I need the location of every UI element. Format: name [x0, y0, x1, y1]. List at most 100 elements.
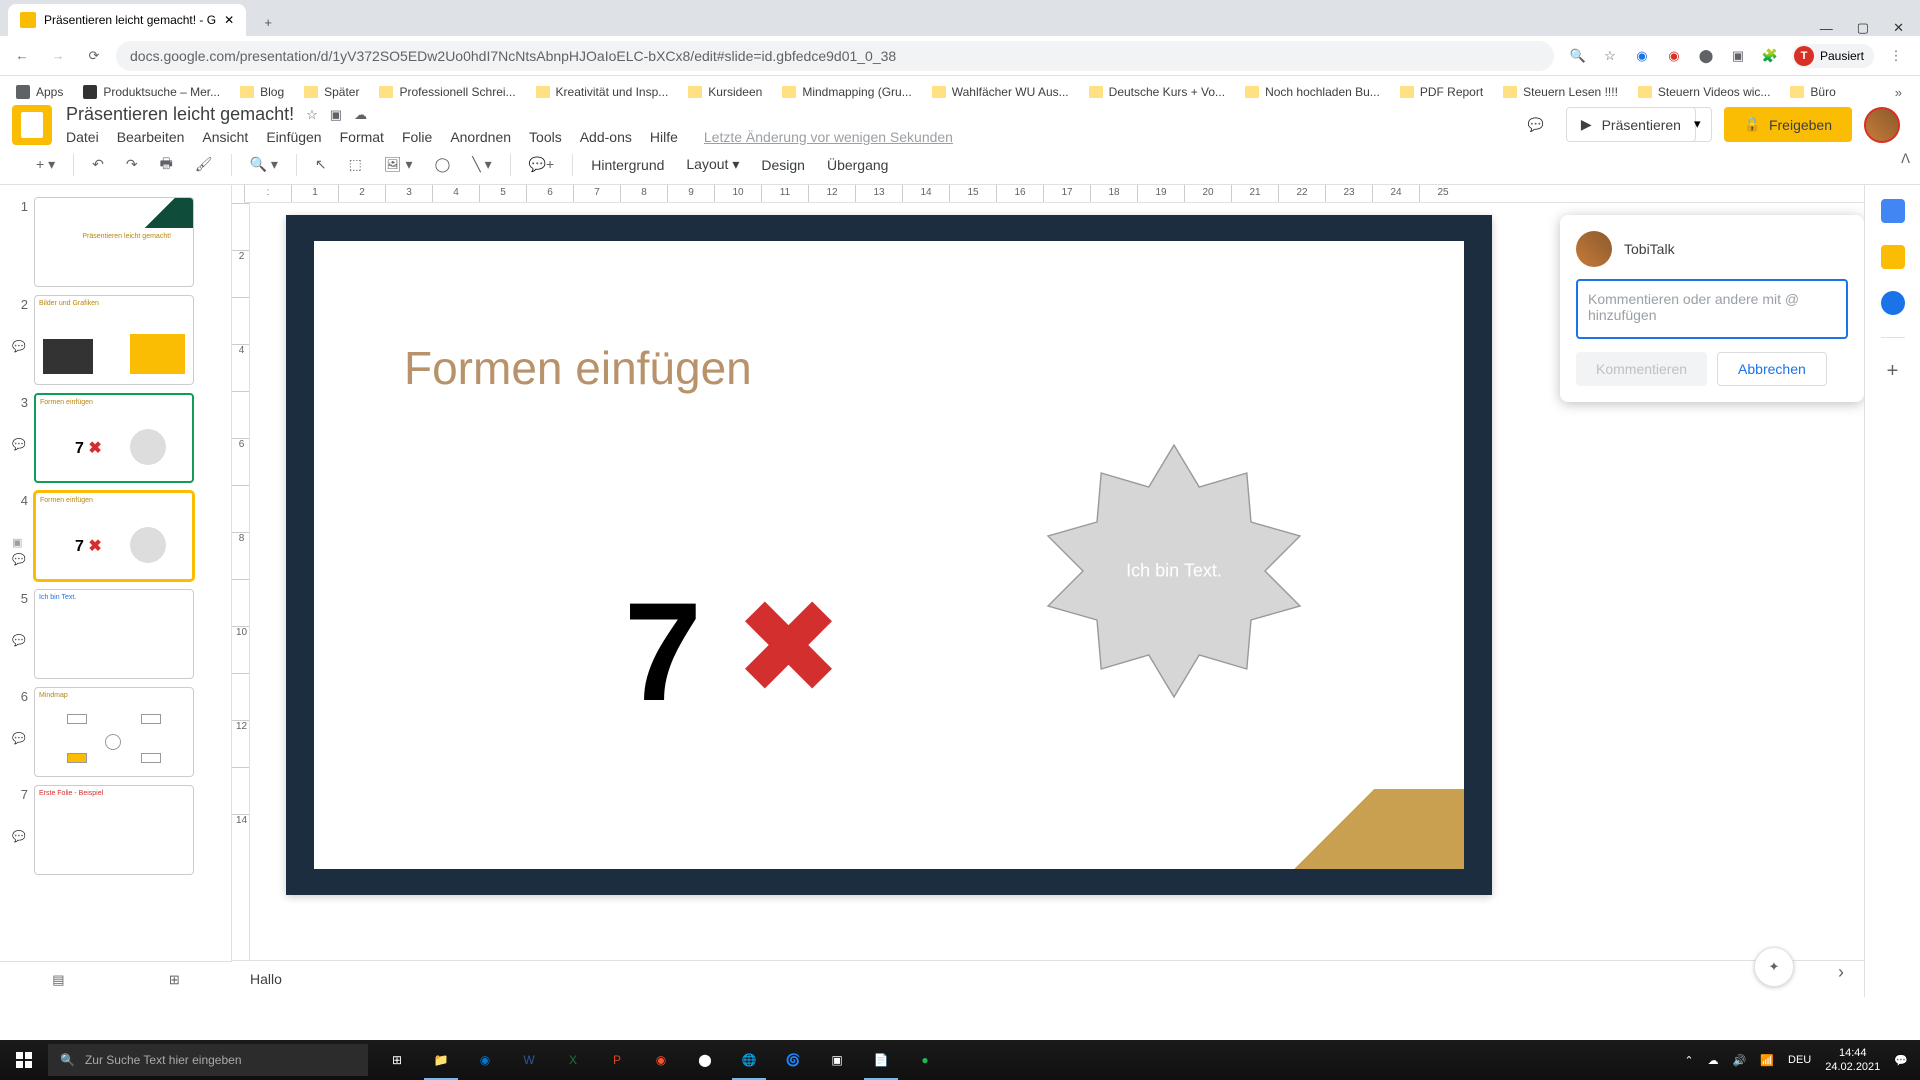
extension-icon-2[interactable]: ◉ [1664, 46, 1684, 66]
calendar-addon-icon[interactable] [1881, 199, 1905, 223]
undo-button[interactable]: ↶ [84, 150, 112, 179]
windows-search-input[interactable]: 🔍 Zur Suche Text hier eingeben [48, 1044, 368, 1076]
profile-button[interactable]: T Pausiert [1792, 44, 1874, 68]
cloud-saved-icon[interactable]: ☁ [354, 107, 367, 123]
slide-thumb-2[interactable]: Bilder und Grafiken [34, 295, 194, 385]
keep-addon-icon[interactable] [1881, 245, 1905, 269]
bookmark-item[interactable]: Kreativität und Insp... [528, 81, 677, 103]
bookmark-item[interactable]: Produktsuche – Mer... [75, 81, 228, 103]
slides-logo-icon[interactable] [12, 105, 52, 145]
zoom-button[interactable]: 🔍 ▾ [242, 150, 286, 179]
volume-icon[interactable]: 🔊 [1733, 1054, 1747, 1067]
explore-button[interactable]: ✦ [1754, 947, 1794, 987]
bookmark-item[interactable]: Steuern Videos wic... [1630, 81, 1779, 103]
menu-edit[interactable]: Bearbeiten [117, 129, 185, 145]
comment-submit-button[interactable]: Kommentieren [1576, 352, 1707, 386]
reload-button[interactable]: ⟳ [80, 42, 108, 70]
slide-thumb-7[interactable]: Erste Folie - Beispiel [34, 785, 194, 875]
line-tool[interactable]: ╲ ▾ [464, 150, 499, 179]
menu-tools[interactable]: Tools [529, 129, 562, 145]
star-burst-shape[interactable]: Ich bin Text. [1034, 431, 1314, 711]
new-slide-button[interactable]: + ▾ [28, 150, 63, 179]
app-icon[interactable]: ▣ [816, 1040, 858, 1080]
extensions-puzzle-icon[interactable]: 🧩 [1760, 46, 1780, 66]
browser-tab[interactable]: Präsentieren leicht gemacht! - G ✕ [8, 4, 246, 36]
slide-thumb-6[interactable]: Mindmap [34, 687, 194, 777]
shape-text[interactable]: Ich bin Text. [1126, 561, 1222, 582]
bookmark-item[interactable]: Deutsche Kurs + Vo... [1081, 81, 1233, 103]
bookmark-star-icon[interactable]: ☆ [1600, 46, 1620, 66]
menu-file[interactable]: Datei [66, 129, 99, 145]
bookmark-item[interactable]: PDF Report [1392, 81, 1491, 103]
edge-new-icon[interactable]: 🌀 [772, 1040, 814, 1080]
bookmark-item[interactable]: Später [296, 81, 367, 103]
obs-icon[interactable]: ⬤ [684, 1040, 726, 1080]
last-edit-link[interactable]: Letzte Änderung vor wenigen Sekunden [704, 129, 953, 145]
bookmark-apps[interactable]: Apps [8, 81, 71, 103]
redo-button[interactable]: ↷ [118, 150, 146, 179]
print-button[interactable]: 🖶 [152, 147, 181, 183]
bookmark-item[interactable]: Steuern Lesen !!!! [1495, 81, 1626, 103]
add-addon-button[interactable]: + [1887, 360, 1899, 383]
close-window-icon[interactable]: ✕ [1893, 20, 1904, 36]
minimize-icon[interactable]: — [1820, 21, 1833, 36]
background-button[interactable]: Hintergrund [583, 153, 672, 177]
bookmark-item[interactable]: Mindmapping (Gru... [774, 81, 919, 103]
file-explorer-icon[interactable]: 📁 [420, 1040, 462, 1080]
image-tool[interactable]: 🖼 ▾ [376, 150, 421, 179]
present-dropdown[interactable]: ▾ [1684, 107, 1712, 142]
slide-title-text[interactable]: Formen einfügen [404, 341, 752, 395]
present-button[interactable]: ▶ Präsentieren [1566, 107, 1696, 142]
bookmark-overflow-icon[interactable]: » [1885, 85, 1912, 100]
powerpoint-icon[interactable]: P [596, 1040, 638, 1080]
slide-thumb-5[interactable]: Ich bin Text. [34, 589, 194, 679]
slide-thumb-1[interactable]: Präsentieren leicht gemacht! [34, 197, 194, 287]
menu-addons[interactable]: Add-ons [580, 129, 632, 145]
task-view-icon[interactable]: ⊞ [376, 1040, 418, 1080]
forward-button[interactable]: → [44, 42, 72, 70]
comment-tool[interactable]: 💬+ [521, 150, 563, 179]
back-button[interactable]: ← [8, 42, 36, 70]
menu-format[interactable]: Format [340, 129, 384, 145]
edge-icon[interactable]: ◉ [464, 1040, 506, 1080]
transition-button[interactable]: Übergang [819, 153, 897, 177]
slide-thumb-4[interactable]: Formen einfügen7 ✖ [34, 491, 194, 581]
tray-expand-icon[interactable]: ⌃ [1684, 1054, 1693, 1067]
paint-format-button[interactable]: 🖌 [187, 150, 221, 179]
spotify-icon[interactable]: ● [904, 1040, 946, 1080]
document-title[interactable]: Präsentieren leicht gemacht! [66, 104, 294, 125]
speaker-notes[interactable]: Hallo [232, 960, 1864, 997]
comments-history-button[interactable]: 💬 [1518, 107, 1554, 143]
share-button[interactable]: 🔒 Freigeben [1724, 107, 1852, 142]
close-tab-icon[interactable]: ✕ [224, 13, 234, 27]
comment-indicator-icon[interactable]: 💬 [12, 802, 28, 843]
grid-view-icon[interactable]: ⊞ [169, 972, 180, 988]
wifi-icon[interactable]: 📶 [1760, 1054, 1774, 1067]
comment-indicator-icon[interactable]: 💬 [12, 553, 28, 566]
extension-icon-1[interactable]: ◉ [1632, 46, 1652, 66]
zoom-icon[interactable]: 🔍 [1568, 46, 1588, 66]
comment-indicator-icon[interactable]: 💬 [12, 410, 28, 451]
menu-dots-icon[interactable]: ⋮ [1886, 46, 1906, 66]
bookmark-item[interactable]: Kursideen [680, 81, 770, 103]
menu-view[interactable]: Ansicht [202, 129, 248, 145]
move-icon[interactable]: ▣ [330, 107, 342, 123]
textbox-tool[interactable]: ⬚ [341, 150, 370, 179]
menu-slide[interactable]: Folie [402, 129, 432, 145]
new-tab-button[interactable]: + [254, 8, 282, 36]
shape-tool[interactable]: ◯ [427, 150, 459, 179]
bookmark-item[interactable]: Büro [1782, 81, 1843, 103]
red-cross-shape[interactable] [744, 601, 834, 691]
comment-indicator-icon[interactable]: 💬 [12, 606, 28, 647]
comment-cancel-button[interactable]: Abbrechen [1717, 352, 1827, 386]
chrome-icon[interactable]: 🌐 [728, 1040, 770, 1080]
menu-insert[interactable]: Einfügen [266, 129, 321, 145]
slide-canvas[interactable]: :123456789101112131415161718192021222324… [232, 185, 1864, 997]
design-button[interactable]: Design [753, 153, 813, 177]
notifications-icon[interactable]: 💬 [1894, 1054, 1908, 1067]
number-seven-shape[interactable]: 7 [624, 571, 702, 733]
extension-icon-3[interactable]: ⬤ [1696, 46, 1716, 66]
url-input[interactable]: docs.google.com/presentation/d/1yV372SO5… [116, 41, 1554, 71]
account-avatar[interactable] [1864, 107, 1900, 143]
start-button[interactable] [0, 1040, 48, 1080]
